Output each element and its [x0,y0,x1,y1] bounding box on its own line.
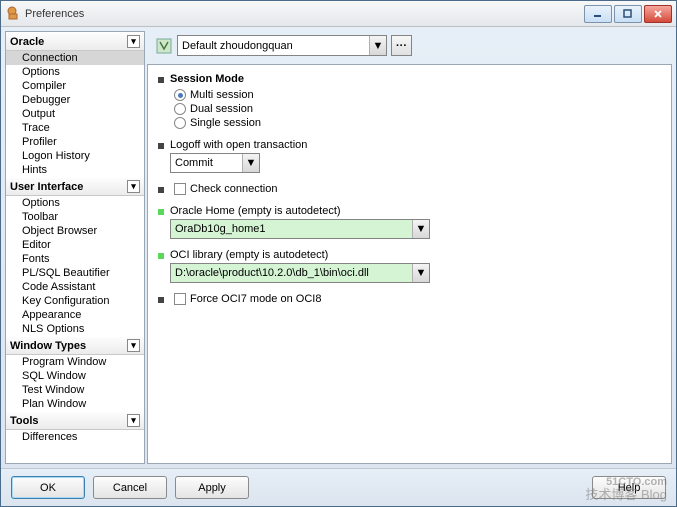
session-mode-section: Session Mode Multi session Dual session … [158,73,661,129]
category-sidebar[interactable]: Oracle▾ Connection Options Compiler Debu… [5,31,145,464]
sidebar-item-profiler[interactable]: Profiler [6,135,144,149]
check-connection-checkbox[interactable]: Check connection [174,183,661,195]
chevron-down-icon: ▼ [369,36,386,55]
titlebar[interactable]: Preferences [1,1,676,27]
close-button[interactable] [644,5,672,23]
app-icon [5,6,21,22]
sidebar-item-trace[interactable]: Trace [6,121,144,135]
profile-more-button[interactable]: ··· [391,35,412,56]
radio-icon [174,103,186,115]
profile-icon [155,37,173,55]
sidebar-item[interactable]: Editor [6,238,144,252]
category-window-types[interactable]: Window Types▾ [6,336,144,355]
collapse-icon[interactable]: ▾ [127,339,140,352]
force-oci7-checkbox[interactable]: Force OCI7 mode on OCI8 [174,293,661,305]
sidebar-item-options[interactable]: Options [6,65,144,79]
chevron-down-icon: ▼ [412,264,429,282]
dialog-footer: OK Cancel Apply Help [1,468,676,506]
maximize-button[interactable] [614,5,642,23]
collapse-icon[interactable]: ▾ [127,414,140,427]
sidebar-item[interactable]: Differences [6,430,144,444]
sidebar-item[interactable]: Toolbar [6,210,144,224]
checkbox-icon [174,293,186,305]
sidebar-item[interactable]: Fonts [6,252,144,266]
sidebar-item-compiler[interactable]: Compiler [6,79,144,93]
force-oci7-section: Force OCI7 mode on OCI8 [158,293,661,305]
check-connection-section: Check connection [158,183,661,195]
category-user-interface[interactable]: User Interface▾ [6,177,144,196]
radio-multi-session[interactable]: Multi session [174,89,661,101]
help-button[interactable]: Help [592,476,666,499]
sidebar-item-output[interactable]: Output [6,107,144,121]
radio-dual-session[interactable]: Dual session [174,103,661,115]
category-oracle[interactable]: Oracle▾ [6,32,144,51]
sidebar-item[interactable]: Plan Window [6,397,144,411]
sidebar-item-logon-history[interactable]: Logon History [6,149,144,163]
preferences-window: Preferences Oracle▾ Connection Options C… [0,0,677,507]
sidebar-item[interactable]: Program Window [6,355,144,369]
ok-button[interactable]: OK [11,476,85,499]
collapse-icon[interactable]: ▾ [127,35,140,48]
cancel-button[interactable]: Cancel [93,476,167,499]
chevron-down-icon: ▼ [242,154,259,172]
profile-dropdown[interactable]: Default zhoudongquan ▼ [177,35,387,56]
chevron-down-icon: ▼ [412,220,429,238]
collapse-icon[interactable]: ▾ [127,180,140,193]
sidebar-item[interactable]: SQL Window [6,369,144,383]
radio-icon [174,89,186,101]
oracle-home-section: Oracle Home (empty is autodetect) OraDb1… [158,205,661,239]
oracle-home-dropdown[interactable]: OraDb10g_home1▼ [170,219,430,239]
sidebar-item[interactable]: Object Browser [6,224,144,238]
oci-library-section: OCI library (empty is autodetect) D:\ora… [158,249,661,283]
sidebar-item-debugger[interactable]: Debugger [6,93,144,107]
sidebar-item[interactable]: Test Window [6,383,144,397]
sidebar-item[interactable]: NLS Options [6,322,144,336]
radio-single-session[interactable]: Single session [174,117,661,129]
sidebar-item[interactable]: Code Assistant [6,280,144,294]
minimize-button[interactable] [584,5,612,23]
logoff-section: Logoff with open transaction Commit▼ [158,139,661,173]
category-tools[interactable]: Tools▾ [6,411,144,430]
sidebar-item[interactable]: PL/SQL Beautifier [6,266,144,280]
checkbox-icon [174,183,186,195]
sidebar-item-connection[interactable]: Connection [6,51,144,65]
sidebar-item[interactable]: Key Configuration [6,294,144,308]
sidebar-item-hints[interactable]: Hints [6,163,144,177]
apply-button[interactable]: Apply [175,476,249,499]
sidebar-item[interactable]: Appearance [6,308,144,322]
settings-panel: Session Mode Multi session Dual session … [147,64,672,464]
sidebar-item[interactable]: Options [6,196,144,210]
radio-icon [174,117,186,129]
window-title: Preferences [25,8,584,20]
oci-library-dropdown[interactable]: D:\oracle\product\10.2.0\db_1\bin\oci.dl… [170,263,430,283]
logoff-dropdown[interactable]: Commit▼ [170,153,260,173]
